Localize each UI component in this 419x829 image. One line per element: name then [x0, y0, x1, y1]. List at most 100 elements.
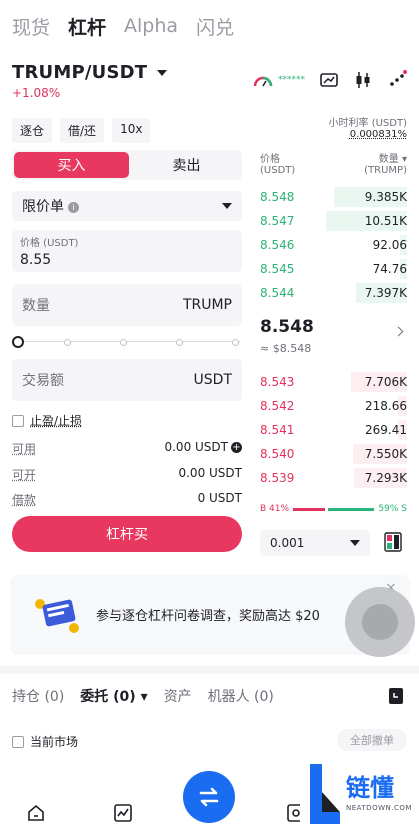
watermark-title: 链懂	[346, 774, 394, 802]
gauge-icon[interactable]	[252, 73, 274, 87]
rating-stars: ******	[278, 75, 305, 85]
tab-convert[interactable]: 闪兑	[196, 13, 234, 40]
top-tabs: 现货 杠杆 Alpha 闪兑	[12, 12, 234, 40]
order-history-icon[interactable]	[388, 687, 404, 705]
tpsl-checkbox[interactable]	[12, 414, 24, 427]
price-step-select[interactable]: 0.001	[260, 530, 370, 556]
available-wrap: 0.00 USDT +	[164, 440, 242, 457]
ob-qty-title: 数量 ▾	[378, 154, 407, 165]
amount-label: 交易额	[22, 373, 64, 389]
tab-orders-label: 委托 (0)	[80, 689, 136, 705]
current-market-filter[interactable]: 当前市场	[12, 733, 78, 750]
ob-bottom-price: 8.543	[260, 375, 295, 389]
ob-top-price: 8.546	[260, 238, 295, 252]
ob-top-price: 8.548	[260, 190, 295, 204]
quantity-label: 数量	[22, 298, 50, 314]
ob-top-price: 8.545	[260, 262, 295, 276]
ob-bottom-qty: 7.706K	[364, 375, 407, 389]
ob-top-qty: 74.76	[372, 262, 407, 276]
tab-margin[interactable]: 杠杆	[68, 13, 106, 40]
slider-tick-50[interactable]	[120, 339, 127, 346]
openable-label: 可开	[12, 468, 37, 482]
watermark-sub: NEATDOWN.COM	[346, 804, 412, 812]
current-market-checkbox[interactable]	[12, 735, 24, 748]
pair-selector[interactable]: TRUMP/USDT	[12, 62, 168, 83]
slider-tick-75[interactable]	[176, 339, 183, 346]
more-icon[interactable]	[387, 70, 407, 90]
swap-icon	[199, 787, 219, 807]
tab-orders[interactable]: 委托 (0) ▾	[80, 686, 147, 706]
available-row: 可用 0.00 USDT +	[12, 440, 242, 457]
chevron-down-icon	[350, 540, 360, 546]
ratio-sell-bar	[328, 507, 375, 511]
slider-track	[18, 341, 240, 342]
orderbook-layout-icon[interactable]	[384, 532, 402, 552]
pair-change: +1.08%	[12, 86, 61, 100]
cancel-all-button[interactable]: 全部撤单	[337, 729, 407, 751]
tpsl-toggle[interactable]: 止盈/止损	[12, 412, 82, 429]
ob-price-head: 价格 (USDT)	[260, 150, 295, 176]
tab-alpha[interactable]: Alpha	[124, 15, 178, 37]
ob-bottom-row[interactable]: 8.540 7.550K	[260, 443, 407, 465]
ob-top-row[interactable]: 8.548 9.385K	[260, 186, 407, 208]
floating-assistive-button[interactable]	[345, 587, 415, 657]
price-field[interactable]: 价格 (USDT) 8.55	[12, 230, 242, 272]
ob-bottom-price: 8.540	[260, 447, 295, 461]
borrow-repay-chip[interactable]: 借/还	[60, 118, 105, 143]
tab-robots[interactable]: 机器人 (0)	[208, 686, 274, 706]
mid-price: 8.548	[260, 317, 314, 337]
ob-bottom-qty: 269.41	[365, 423, 407, 437]
price-step-value: 0.001	[270, 536, 305, 550]
ob-bottom-qty: 7.550K	[364, 447, 407, 461]
hourly-rate-label: 小时利率 (USDT)	[328, 118, 407, 129]
margin-buy-button[interactable]: 杠杆买	[12, 516, 242, 552]
ob-bottom-row[interactable]: 8.539 7.293K	[260, 467, 407, 489]
borrowed-label: 借款	[12, 493, 37, 507]
slider-tick-25[interactable]	[64, 339, 71, 346]
isolated-chip[interactable]: 逐仓	[12, 118, 53, 143]
info-icon[interactable]: i	[68, 201, 79, 213]
order-tabs: 持仓 (0) 委托 (0) ▾ 资产 机器人 (0)	[12, 686, 274, 706]
pair-name: TRUMP/USDT	[12, 62, 148, 83]
watermark-logo-icon	[310, 764, 340, 824]
sell-tab[interactable]: 卖出	[131, 150, 242, 180]
ratio-bar	[293, 507, 375, 511]
ob-bottom-row[interactable]: 8.542 218.66	[260, 395, 407, 417]
add-funds-icon[interactable]: +	[231, 442, 242, 453]
tab-assets[interactable]: 资产	[164, 686, 192, 706]
slider-tick-100[interactable]	[232, 339, 239, 346]
tab-spot[interactable]: 现货	[12, 13, 50, 40]
home-icon[interactable]	[26, 803, 46, 823]
ob-top-row[interactable]: 8.546 92.06	[260, 234, 407, 256]
price-input[interactable]: 8.55	[20, 252, 234, 268]
ob-top-row[interactable]: 8.545 74.76	[260, 258, 407, 280]
ob-top-row[interactable]: 8.544 7.397K	[260, 282, 407, 304]
ob-bottom-row[interactable]: 8.541 269.41	[260, 419, 407, 441]
floating-button-inner	[362, 604, 398, 640]
orderbook-header: 价格 (USDT) 数量 ▾ (TRUMP)	[260, 150, 407, 176]
ob-bottom-qty: 7.293K	[364, 471, 407, 485]
ob-bottom-row[interactable]: 8.543 7.706K	[260, 371, 407, 393]
watermark: 链懂 NEATDOWN.COM	[300, 758, 419, 829]
markets-icon[interactable]	[113, 803, 133, 823]
chevron-right-icon[interactable]	[393, 326, 404, 337]
candlestick-icon[interactable]	[353, 70, 373, 90]
quantity-slider[interactable]	[12, 336, 240, 348]
ob-qty-text: 数量	[378, 154, 399, 165]
quantity-field[interactable]: 数量 TRUMP	[12, 284, 242, 326]
leverage-chip[interactable]: 10x	[112, 118, 151, 143]
chevron-down-icon	[157, 69, 168, 76]
ob-top-row[interactable]: 8.547 10.51K	[260, 210, 407, 232]
chevron-down-icon	[222, 203, 232, 209]
buy-tab[interactable]: 买入	[14, 152, 129, 178]
slider-knob[interactable]	[12, 336, 24, 348]
borrowed-value: 0 USDT	[197, 491, 242, 505]
chart-settings-icon[interactable]	[319, 70, 339, 90]
mid-fiat: ≈ $8.548	[260, 342, 312, 355]
order-type-select[interactable]: 限价单 i	[12, 191, 242, 221]
amount-field[interactable]: 交易额 USDT	[12, 359, 242, 401]
ob-price-unit: (USDT)	[260, 165, 296, 176]
tab-positions[interactable]: 持仓 (0)	[12, 686, 64, 706]
trade-swap-button[interactable]	[183, 771, 235, 823]
ob-qty-head[interactable]: 数量 ▾ (TRUMP)	[364, 150, 407, 176]
